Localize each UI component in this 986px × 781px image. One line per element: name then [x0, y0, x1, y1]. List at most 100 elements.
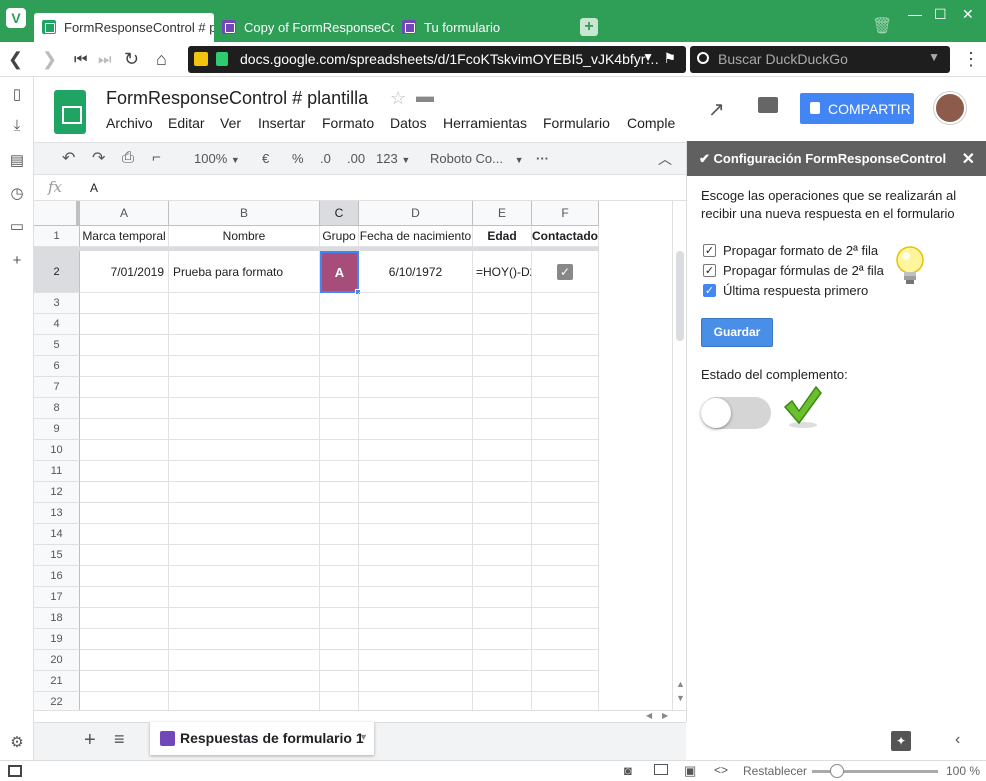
row-header-21[interactable]: 21: [34, 671, 80, 692]
menu-datos[interactable]: Datos: [390, 115, 427, 131]
search-field[interactable]: Buscar DuckDuckGo ▼: [690, 46, 950, 73]
camera-icon[interactable]: ◙: [624, 763, 632, 778]
back-icon[interactable]: ❮: [8, 49, 23, 70]
empty-cell[interactable]: [169, 629, 320, 650]
menu-insertar[interactable]: Insertar: [258, 115, 305, 131]
empty-cell[interactable]: [359, 629, 473, 650]
empty-cell[interactable]: [80, 377, 169, 398]
empty-cell[interactable]: [320, 461, 359, 482]
empty-cell[interactable]: [169, 566, 320, 587]
empty-cell[interactable]: [80, 461, 169, 482]
url-field[interactable]: docs.google.com/spreadsheets/d/1FcoKTskv…: [188, 46, 686, 73]
user-avatar[interactable]: [934, 92, 966, 124]
new-tab-button[interactable]: +: [580, 18, 598, 36]
sheets-logo-icon[interactable]: [54, 90, 86, 134]
chevron-down-icon[interactable]: ▼: [928, 50, 940, 64]
empty-cell[interactable]: [80, 482, 169, 503]
panel-toggle-icon[interactable]: [8, 765, 22, 777]
empty-cell[interactable]: [359, 482, 473, 503]
empty-cell[interactable]: [473, 377, 532, 398]
empty-cell[interactable]: [320, 524, 359, 545]
empty-cell[interactable]: [359, 671, 473, 692]
empty-cell[interactable]: [473, 503, 532, 524]
empty-cell[interactable]: [80, 566, 169, 587]
empty-cell[interactable]: [80, 314, 169, 335]
empty-cell[interactable]: [359, 293, 473, 314]
empty-cell[interactable]: [320, 692, 359, 710]
empty-cell[interactable]: [473, 482, 532, 503]
menu-editar[interactable]: Editar: [168, 115, 205, 131]
empty-cell[interactable]: [359, 356, 473, 377]
column-header-b[interactable]: B: [169, 201, 320, 226]
empty-cell[interactable]: [80, 671, 169, 692]
row-header-7[interactable]: 7: [34, 377, 80, 398]
minimize-button[interactable]: —: [908, 6, 922, 22]
empty-cell[interactable]: [532, 377, 599, 398]
header-cell-nombre[interactable]: Nombre: [169, 226, 320, 247]
empty-cell[interactable]: [473, 608, 532, 629]
empty-cell[interactable]: [532, 314, 599, 335]
empty-cell[interactable]: [532, 503, 599, 524]
empty-cell[interactable]: [532, 524, 599, 545]
empty-cell[interactable]: [80, 692, 169, 710]
all-sheets-list-icon[interactable]: ≡: [114, 729, 125, 750]
empty-cell[interactable]: [320, 587, 359, 608]
empty-cell[interactable]: [169, 608, 320, 629]
history-panel-icon[interactable]: ◷: [8, 184, 26, 202]
reset-zoom-label[interactable]: Restablecer: [743, 764, 807, 778]
menu-formato[interactable]: Formato: [322, 115, 374, 131]
empty-cell[interactable]: [169, 293, 320, 314]
row-header-19[interactable]: 19: [34, 629, 80, 650]
empty-cell[interactable]: [473, 692, 532, 710]
empty-cell[interactable]: [320, 566, 359, 587]
bookmarks-panel-icon[interactable]: ▯: [8, 85, 26, 103]
empty-cell[interactable]: [359, 524, 473, 545]
zoom-select[interactable]: 100% ▼: [194, 151, 240, 166]
empty-cell[interactable]: [320, 377, 359, 398]
header-cell-edad[interactable]: Edad: [473, 226, 532, 247]
empty-cell[interactable]: [532, 608, 599, 629]
row-header-6[interactable]: 6: [34, 356, 80, 377]
empty-cell[interactable]: [320, 335, 359, 356]
undo-icon[interactable]: ↶: [62, 148, 75, 168]
row-header-11[interactable]: 11: [34, 461, 80, 482]
save-button[interactable]: Guardar: [701, 318, 773, 347]
empty-cell[interactable]: [359, 587, 473, 608]
scroll-right-arrow-icon[interactable]: ▶: [662, 711, 668, 720]
empty-cell[interactable]: [80, 524, 169, 545]
empty-cell[interactable]: [169, 524, 320, 545]
paint-format-icon[interactable]: ⌐: [152, 149, 161, 166]
redo-icon[interactable]: ↷: [92, 148, 105, 168]
empty-cell[interactable]: [359, 692, 473, 710]
column-header-a[interactable]: A: [80, 201, 169, 226]
cell-a2-timestamp[interactable]: 7/01/2019: [80, 251, 169, 293]
chevron-down-icon[interactable]: ▼: [642, 50, 654, 64]
row-header-16[interactable]: 16: [34, 566, 80, 587]
empty-cell[interactable]: [359, 566, 473, 587]
cell-e2-age-formula[interactable]: =HOY()-D2: [473, 251, 532, 293]
empty-cell[interactable]: [359, 335, 473, 356]
empty-cell[interactable]: [320, 356, 359, 377]
cell-b2-name[interactable]: Prueba para formato: [169, 251, 320, 293]
empty-cell[interactable]: [532, 482, 599, 503]
scrollbar-thumb[interactable]: [676, 251, 684, 341]
empty-cell[interactable]: [169, 440, 320, 461]
empty-cell[interactable]: [473, 545, 532, 566]
empty-cell[interactable]: [80, 650, 169, 671]
vertical-scrollbar[interactable]: ▲ ▼: [672, 201, 686, 710]
empty-cell[interactable]: [359, 314, 473, 335]
row-header-20[interactable]: 20: [34, 650, 80, 671]
zoom-slider-knob[interactable]: [830, 764, 844, 778]
empty-cell[interactable]: [473, 314, 532, 335]
menu-complementos[interactable]: Comple: [627, 115, 675, 131]
empty-cell[interactable]: [473, 461, 532, 482]
checkbox-checked-icon[interactable]: ✓: [703, 264, 716, 277]
row-header-13[interactable]: 13: [34, 503, 80, 524]
empty-cell[interactable]: [532, 650, 599, 671]
empty-cell[interactable]: [532, 566, 599, 587]
empty-cell[interactable]: [473, 419, 532, 440]
empty-cell[interactable]: [320, 482, 359, 503]
comments-icon[interactable]: [758, 97, 778, 113]
percent-format-button[interactable]: %: [292, 151, 304, 166]
row-header-10[interactable]: 10: [34, 440, 80, 461]
